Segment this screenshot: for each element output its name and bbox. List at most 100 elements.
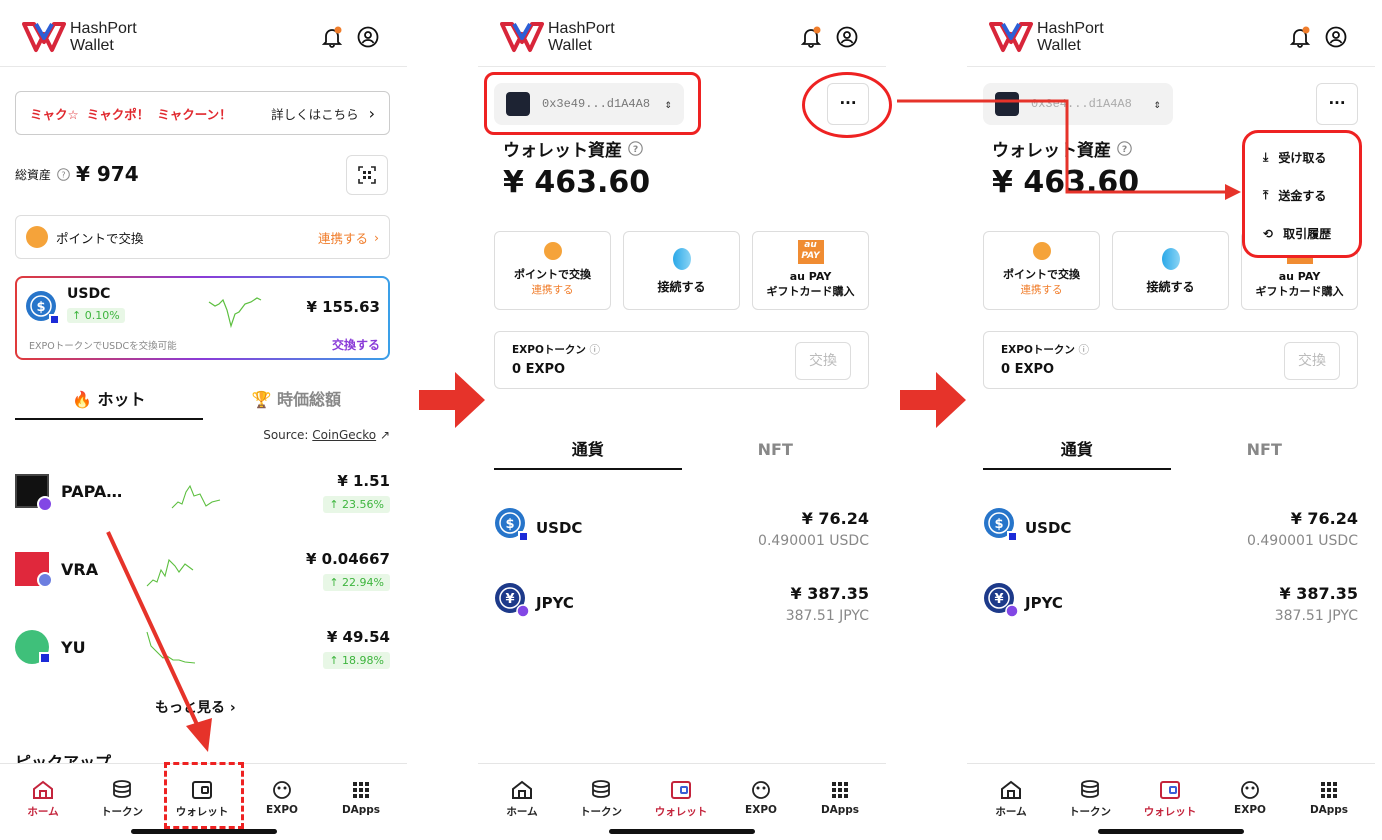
tab-bar: ホーム トークン ウォレット EXPO DApps xyxy=(967,763,1375,840)
app-header: HashPort Wallet xyxy=(989,18,1353,58)
tab-dapps[interactable]: DApps xyxy=(1299,780,1359,816)
tab-dapps[interactable]: DApps xyxy=(810,780,870,816)
external-link-icon: ↗ xyxy=(379,428,390,442)
expo-exchange-button[interactable]: 交換 xyxy=(795,342,851,380)
usdc-note: EXPOトークンでUSDCを交換可能 xyxy=(29,341,177,352)
asset-tabs: 通貨 NFT xyxy=(494,436,869,470)
expo-token-card: EXPOトークン ⓘ 0 EXPO 交換 xyxy=(983,331,1358,389)
campaign-banner[interactable]: ミャク☆ ミャクポ！ ミャクーン！ 詳しくはこちら › xyxy=(15,91,390,135)
menu-send[interactable]: ⤒ 送金する xyxy=(1263,187,1326,204)
home-indicator xyxy=(609,829,755,834)
coin-change: ↑ 23.56% xyxy=(323,496,390,513)
tab-home[interactable]: ホーム xyxy=(981,780,1041,819)
tab-wallet[interactable]: ウォレット xyxy=(651,780,711,819)
token-price: ¥ 387.35 xyxy=(790,584,869,603)
banner-part1: ミャク☆ xyxy=(30,106,79,122)
tab-expo[interactable]: EXPO xyxy=(1220,780,1280,816)
download-icon: ⤓ xyxy=(1263,150,1269,164)
token-row[interactable]: ¥ JPYC ¥ 387.35 387.51 JPYC xyxy=(494,580,869,636)
highlight-wallet-tab xyxy=(164,762,244,829)
wallet-icon xyxy=(671,781,691,799)
coingecko-link[interactable]: CoinGecko xyxy=(312,428,376,442)
tab-currency[interactable]: 通貨 xyxy=(983,436,1171,470)
wallet-title: ウォレット資産 ? xyxy=(503,136,643,161)
tab-home[interactable]: ホーム xyxy=(13,780,73,819)
help-icon[interactable]: ? xyxy=(57,167,70,181)
aupay-logo: auPAY xyxy=(797,240,824,264)
connect-icon xyxy=(672,248,691,270)
jpyc-icon: ¥ xyxy=(984,583,1019,618)
point-link[interactable]: 連携する xyxy=(318,228,368,247)
point-exchange-card[interactable]: ポイントで交換 連携する xyxy=(983,231,1100,310)
user-icon[interactable] xyxy=(357,26,379,48)
tab-expo[interactable]: EXPO xyxy=(252,780,312,816)
expo-icon xyxy=(1241,781,1259,799)
ethereum-badge-icon xyxy=(37,572,53,588)
expo-label: EXPOトークン ⓘ xyxy=(1001,344,1090,356)
tab-nft[interactable]: NFT xyxy=(1171,436,1359,470)
coin-change: ↑ 18.98% xyxy=(323,652,390,669)
usdc-exchange-link[interactable]: 交換する xyxy=(332,336,380,353)
jpyc-icon: ¥ xyxy=(495,583,530,618)
token-amount: 387.51 JPYC xyxy=(1274,608,1358,624)
tab-nft[interactable]: NFT xyxy=(682,436,870,470)
banner-link[interactable]: 詳しくはこちら xyxy=(271,104,359,123)
expo-amount: 0 EXPO xyxy=(512,362,566,377)
user-icon[interactable] xyxy=(836,26,858,48)
tab-home[interactable]: ホーム xyxy=(492,780,552,819)
usdc-value: ¥ 155.63 xyxy=(306,298,380,316)
token-row[interactable]: $ USDC ¥ 76.24 0.490001 USDC xyxy=(983,505,1358,561)
svg-text:¥: ¥ xyxy=(505,592,514,607)
expo-icon xyxy=(752,781,770,799)
token-amount: 0.490001 USDC xyxy=(758,533,869,549)
point-exchange-card[interactable]: ポイントで交換 連携する xyxy=(494,231,611,310)
svg-text:¥: ¥ xyxy=(994,592,1003,607)
hashport-logo xyxy=(500,22,544,52)
coin-row[interactable]: PAPA… ¥ 1.51 ↑ 23.56% xyxy=(15,468,390,528)
divider xyxy=(478,66,886,67)
svg-text:$: $ xyxy=(994,517,1003,532)
bell-icon[interactable] xyxy=(800,26,822,48)
menu-history[interactable]: ⟲ 取引履歴 xyxy=(1263,225,1331,242)
bell-icon[interactable] xyxy=(1289,26,1311,48)
connect-card[interactable]: 接続する xyxy=(1112,231,1229,310)
hashport-logo xyxy=(989,22,1033,52)
token-row[interactable]: ¥ JPYC ¥ 387.35 387.51 JPYC xyxy=(983,580,1358,636)
bell-icon[interactable] xyxy=(321,26,343,48)
usdc-promo-card[interactable]: $ USDC ↑ 0.10% ¥ 155.63 EXPOトークンでUSDCを交換… xyxy=(15,276,390,360)
expo-exchange-button[interactable]: 交換 xyxy=(1284,342,1340,380)
token-amount: 0.490001 USDC xyxy=(1247,533,1358,549)
grid-icon xyxy=(353,782,369,798)
asset-tabs: 通貨 NFT xyxy=(983,436,1358,470)
coin-change: ↑ 22.94% xyxy=(323,574,390,591)
highlight-address xyxy=(484,72,701,135)
tab-wallet[interactable]: ウォレット xyxy=(1140,780,1200,819)
divider xyxy=(0,66,407,67)
tab-expo[interactable]: EXPO xyxy=(731,780,791,816)
user-icon[interactable] xyxy=(1325,26,1347,48)
tab-marketcap[interactable]: 🏆 時価総額 xyxy=(203,386,391,420)
tab-currency[interactable]: 通貨 xyxy=(494,436,682,470)
svg-text:?: ? xyxy=(61,170,65,179)
connect-card[interactable]: 接続する xyxy=(623,231,740,310)
svg-text:?: ? xyxy=(633,144,638,155)
tab-token[interactable]: トークン xyxy=(571,780,631,819)
tutorial-stage: HashPort Wallet ミャク☆ ミャクポ！ ミャクーン！ 詳しくはこちら… xyxy=(0,0,1382,840)
point-exchange-row[interactable]: ポイントで交換 連携する › xyxy=(15,215,390,259)
home-indicator xyxy=(130,829,277,834)
help-icon: ⓘ xyxy=(589,344,601,356)
aupay-card[interactable]: auPAY au PAYギフトカード購入 xyxy=(752,231,869,310)
pointer-arrow xyxy=(106,531,212,752)
tab-token[interactable]: トークン xyxy=(1060,780,1120,819)
more-menu-button[interactable]: ··· xyxy=(1316,83,1358,125)
tab-token[interactable]: トークン xyxy=(92,780,152,819)
coins-icon xyxy=(592,780,610,798)
tab-dapps[interactable]: DApps xyxy=(331,780,391,816)
menu-receive[interactable]: ⤓ 受け取る xyxy=(1263,149,1326,166)
tab-hot[interactable]: 🔥 ホット xyxy=(15,386,203,420)
connector-arrow xyxy=(897,99,1241,200)
token-row[interactable]: $ USDC ¥ 76.24 0.490001 USDC xyxy=(494,505,869,561)
help-icon[interactable]: ? xyxy=(628,141,643,156)
coin-name: PAPA… xyxy=(61,482,123,501)
qr-scan-button[interactable] xyxy=(346,155,388,195)
